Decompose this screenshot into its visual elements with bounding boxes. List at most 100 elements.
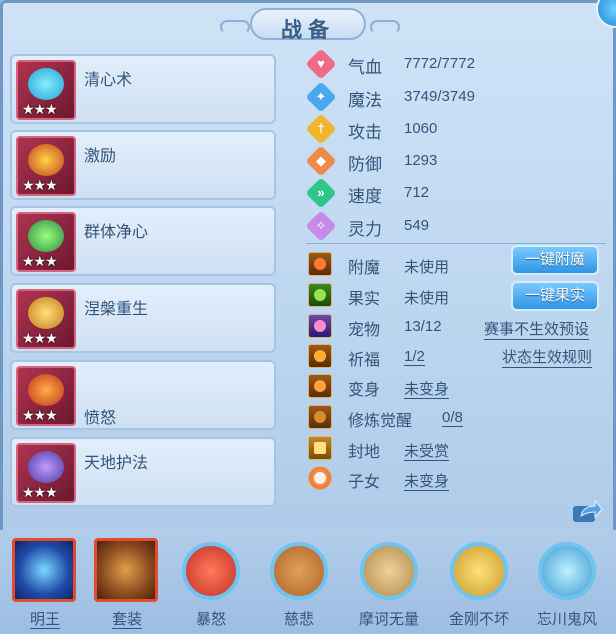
bottom-item-mohe[interactable]: 摩诃无量 xyxy=(354,538,424,634)
stat-label: 防御 xyxy=(348,155,382,174)
bottom-item-baonu[interactable]: 暴怒 xyxy=(176,538,246,634)
info-label: 变身 xyxy=(348,382,381,399)
defense-icon: ◆ xyxy=(305,145,337,177)
skill-stars: ★★★ xyxy=(22,484,58,500)
stat-label: 攻击 xyxy=(348,123,382,142)
wangchuan-icon xyxy=(538,542,596,600)
stat-value: 3749/3749 xyxy=(404,88,475,105)
one-key-enchant-button[interactable]: 一键附魔 xyxy=(511,245,599,275)
skill-card[interactable]: ★★★ 涅槃重生 xyxy=(10,283,276,353)
skill-name: 涅槃重生 xyxy=(84,301,149,318)
stat-value: 712 xyxy=(404,184,430,201)
bottom-item-suit[interactable]: 套装 xyxy=(92,538,162,634)
stat-value: 7772/7772 xyxy=(404,55,475,72)
skill-name: 天地护法 xyxy=(84,455,149,472)
right-swirl-decoration xyxy=(370,20,400,34)
fief-icon xyxy=(308,436,332,460)
skill-stars: ★★★ xyxy=(22,330,58,346)
info-row-transform: 变身 未变身 xyxy=(306,373,606,401)
bottom-item-mingwang[interactable]: 明王 xyxy=(10,538,80,634)
stat-value: 1293 xyxy=(404,152,438,169)
pet-icon xyxy=(308,314,332,338)
skill-icon: ★★★ xyxy=(16,212,76,272)
skill-card[interactable]: ★★★ 群体净心 xyxy=(10,206,276,276)
stat-label: 气血 xyxy=(348,58,382,77)
info-value[interactable]: 0/8 xyxy=(442,409,463,427)
stat-row-hp: ♥ 气血 7772/7772 xyxy=(305,48,606,80)
info-value[interactable]: 未变身 xyxy=(404,378,450,399)
info-label: 子女 xyxy=(348,474,381,491)
skill-stars: ★★★ xyxy=(22,177,58,193)
stat-row-defense: ◆ 防御 1293 xyxy=(305,145,606,177)
bottom-item-wangchuan[interactable]: 忘川鬼风 xyxy=(532,538,602,634)
skill-stars: ★★★ xyxy=(22,407,58,423)
skill-name: 激励 xyxy=(84,148,117,165)
heart-icon: ♥ xyxy=(305,48,337,80)
stat-row-attack: † 攻击 1060 xyxy=(305,113,606,145)
mohe-icon xyxy=(360,542,418,600)
bottom-item-label: 慈悲 xyxy=(283,611,314,628)
info-value: 13/12 xyxy=(404,318,442,335)
suit-icon xyxy=(94,538,158,602)
share-icon[interactable] xyxy=(571,498,603,524)
bottom-item-label: 套装 xyxy=(111,611,142,629)
info-row-cultivation: 修炼觉醒 0/8 xyxy=(306,404,606,432)
skill-icon: ★★★ xyxy=(16,60,76,120)
info-row-child: 子女 未变身 xyxy=(306,465,606,493)
status-rules-link[interactable]: 状态生效规则 xyxy=(502,346,593,368)
one-key-fruit-button[interactable]: 一键果实 xyxy=(511,281,599,311)
section-divider xyxy=(306,243,606,244)
jingang-icon xyxy=(450,542,508,600)
skill-card[interactable]: ★★★ 清心术 xyxy=(10,54,276,124)
bottom-item-label: 暴怒 xyxy=(195,611,226,628)
skill-card[interactable]: ★★★ 天地护法 xyxy=(10,437,276,507)
stat-label: 魔法 xyxy=(348,91,382,110)
skill-stars: ★★★ xyxy=(22,101,58,117)
info-label: 宠物 xyxy=(348,322,381,339)
skill-card[interactable]: ★★★ 愤怒 xyxy=(10,360,276,430)
info-label: 附魔 xyxy=(348,260,381,277)
bottom-item-label: 忘川鬼风 xyxy=(536,611,597,628)
info-value: 未使用 xyxy=(404,259,450,276)
cultivation-icon xyxy=(308,405,332,429)
enchant-icon xyxy=(308,252,332,276)
skill-stars: ★★★ xyxy=(22,253,58,269)
skill-card[interactable]: ★★★ 激励 xyxy=(10,130,276,200)
title-bar: 战备 xyxy=(220,6,400,44)
event-invalid-preset-link[interactable]: 赛事不生效预设 xyxy=(484,318,590,340)
info-value[interactable]: 未受赏 xyxy=(404,440,450,461)
info-value: 未使用 xyxy=(404,290,450,307)
bottom-item-jingang[interactable]: 金刚不坏 xyxy=(444,538,514,634)
stat-label: 灵力 xyxy=(348,220,382,239)
skill-name: 群体净心 xyxy=(84,224,149,241)
info-label: 修炼觉醒 xyxy=(348,413,413,430)
stat-value: 1060 xyxy=(404,120,438,137)
bottom-item-cibei[interactable]: 慈悲 xyxy=(264,538,334,634)
cibei-icon xyxy=(270,542,328,600)
skill-icon: ★★★ xyxy=(16,366,76,426)
baonu-icon xyxy=(182,542,240,600)
fruit-icon xyxy=(308,283,332,307)
spirit-icon: ✧ xyxy=(305,210,337,242)
skill-name: 清心术 xyxy=(84,72,133,89)
stat-row-spirit: ✧ 灵力 549 xyxy=(305,210,606,242)
stat-label: 速度 xyxy=(348,187,382,206)
skill-name: 愤怒 xyxy=(84,410,117,427)
bottom-item-label: 明王 xyxy=(29,611,60,629)
stat-value: 549 xyxy=(404,217,430,234)
info-value[interactable]: 1/2 xyxy=(404,348,425,366)
info-label: 果实 xyxy=(348,291,381,308)
child-icon xyxy=(308,466,332,490)
skill-icon: ★★★ xyxy=(16,443,76,503)
mingwang-icon xyxy=(12,538,76,602)
info-label: 祈福 xyxy=(348,352,381,369)
skill-icon: ★★★ xyxy=(16,289,76,349)
attack-icon: † xyxy=(305,113,337,145)
stat-row-mp: ✦ 魔法 3749/3749 xyxy=(305,81,606,113)
info-value[interactable]: 未变身 xyxy=(404,470,450,491)
blessing-icon xyxy=(308,344,332,368)
bottom-item-label: 摩诃无量 xyxy=(358,611,419,628)
mana-icon: ✦ xyxy=(305,81,337,113)
stat-row-speed: » 速度 712 xyxy=(305,177,606,209)
info-row-fief: 封地 未受赏 xyxy=(306,435,606,463)
